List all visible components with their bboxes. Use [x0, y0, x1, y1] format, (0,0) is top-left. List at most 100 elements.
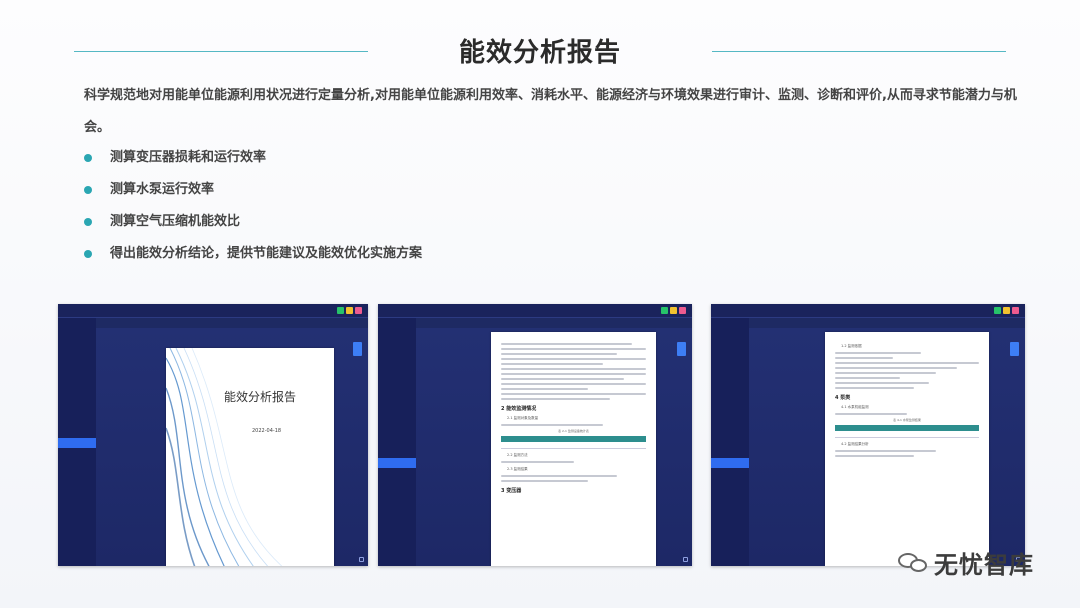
sidebar-item[interactable] — [378, 448, 416, 458]
sidebar-item[interactable] — [378, 318, 416, 328]
status-green-icon — [994, 307, 1001, 314]
subsection-heading: 4.1 水泵机组监测 — [841, 405, 869, 409]
text-line — [501, 358, 646, 360]
settings-icon[interactable] — [683, 557, 688, 562]
sidebar-item[interactable] — [378, 418, 416, 428]
sidebar-item[interactable] — [378, 488, 416, 498]
app-content: 2 能效监测情况 2.1 监测对象及数量 表 2-1 监测设备统计表 2.2 监… — [416, 328, 692, 566]
sidebar-item[interactable] — [378, 338, 416, 348]
sidebar-item[interactable] — [58, 408, 96, 418]
sidebar-item[interactable] — [711, 438, 749, 448]
sidebar-item[interactable] — [378, 468, 416, 478]
sidebar-item[interactable] — [711, 368, 749, 378]
sidebar-item[interactable] — [378, 368, 416, 378]
status-pink-icon — [1012, 307, 1019, 314]
sidebar-item[interactable] — [711, 418, 749, 428]
sidebar-item[interactable] — [58, 418, 96, 428]
table-cell — [921, 431, 951, 438]
table-caption: 表 2-1 监测设备统计表 — [558, 429, 589, 433]
list-item-text: 得出能效分析结论，提供节能建议及能效优化实施方案 — [110, 246, 423, 261]
text-line — [835, 377, 900, 379]
sidebar-item[interactable] — [711, 468, 749, 478]
sidebar-item[interactable] — [711, 358, 749, 368]
text-line — [501, 343, 632, 345]
topbar-status — [994, 307, 1019, 314]
sidebar-item[interactable] — [378, 358, 416, 368]
subsection-heading: 2.2 监测方法 — [507, 452, 528, 457]
sidebar-item[interactable] — [58, 368, 96, 378]
sidebar-item[interactable] — [58, 448, 96, 458]
float-action-button[interactable] — [353, 342, 362, 356]
title-row: 能效分析报告 — [0, 24, 1080, 80]
sidebar-item[interactable] — [378, 398, 416, 408]
text-line — [501, 363, 603, 365]
sidebar-item[interactable] — [58, 478, 96, 488]
sidebar-item[interactable] — [711, 318, 749, 328]
text-line — [835, 362, 979, 364]
float-action-button[interactable] — [677, 342, 686, 356]
sidebar-item[interactable] — [58, 428, 96, 438]
sidebar-item-active[interactable] — [711, 458, 749, 468]
sidebar-item[interactable] — [378, 388, 416, 398]
sidebar-item[interactable] — [711, 488, 749, 498]
sidebar-item[interactable] — [378, 478, 416, 488]
list-item: 得出能效分析结论，提供节能建议及能效优化实施方案 — [84, 238, 422, 270]
sidebar-item[interactable] — [58, 398, 96, 408]
sidebar-item[interactable] — [58, 498, 96, 508]
section-heading: 2 能效监测情况 — [501, 406, 537, 412]
intro-paragraph: 科学规范地对用能单位能源利用状况进行定量分析,对用能单位能源利用效率、消耗水平、… — [84, 88, 1017, 135]
app-topbar — [58, 304, 368, 318]
sidebar-item[interactable] — [711, 398, 749, 408]
settings-icon[interactable] — [359, 557, 364, 562]
sidebar-item[interactable] — [58, 458, 96, 468]
sidebar-item[interactable] — [378, 348, 416, 358]
text-line — [835, 352, 922, 354]
sidebar-item[interactable] — [711, 338, 749, 348]
float-action-button[interactable] — [1010, 342, 1019, 356]
sidebar-item-active[interactable] — [378, 458, 416, 468]
sidebar-item[interactable] — [58, 358, 96, 368]
sidebar-item[interactable] — [711, 498, 749, 508]
sidebar-item[interactable] — [58, 318, 96, 328]
app-content: 能效分析报告 2022-04-18 — [96, 328, 368, 566]
wechat-icon — [898, 551, 928, 573]
sidebar-item[interactable] — [711, 448, 749, 458]
sidebar-item[interactable] — [378, 378, 416, 388]
screenshot-report-cover: 能效分析报告 2022-04-18 — [58, 304, 368, 566]
sidebar-item[interactable] — [58, 328, 96, 338]
sidebar-item[interactable] — [711, 478, 749, 488]
sidebar-item[interactable] — [58, 338, 96, 348]
sidebar-item[interactable] — [378, 498, 416, 508]
table-cell — [835, 431, 864, 438]
sidebar-item[interactable] — [58, 348, 96, 358]
text-line — [501, 383, 646, 385]
text-line — [835, 387, 915, 389]
sidebar-item[interactable] — [378, 328, 416, 338]
text-line — [835, 382, 929, 384]
sidebar-item[interactable] — [378, 428, 416, 438]
sidebar-item[interactable] — [58, 378, 96, 388]
sidebar-item[interactable] — [711, 378, 749, 388]
status-green-icon — [661, 307, 668, 314]
sidebar-item[interactable] — [58, 488, 96, 498]
bullet-dot-icon — [84, 154, 92, 162]
sidebar-item[interactable] — [711, 428, 749, 438]
sidebar-item[interactable] — [711, 408, 749, 418]
text-line — [835, 367, 958, 369]
table-caption: 表 4-1 水泵监测结果 — [893, 418, 921, 422]
sidebar-item[interactable] — [58, 388, 96, 398]
status-green-icon — [337, 307, 344, 314]
sidebar-item[interactable] — [711, 388, 749, 398]
cover-wave-graphic — [166, 348, 283, 566]
sidebar-item[interactable] — [378, 438, 416, 448]
title-divider-right — [712, 51, 1006, 52]
sidebar-item-active[interactable] — [58, 438, 96, 448]
section-heading: 3 变压器 — [501, 487, 522, 494]
sidebar-item[interactable] — [711, 328, 749, 338]
sidebar-item[interactable] — [58, 468, 96, 478]
list-item: 测算变压器损耗和运行效率 — [84, 142, 422, 174]
sidebar-item[interactable] — [711, 348, 749, 358]
report-page: 1.2 监测依据 4 泵类 4.1 水泵机组监测 表 4-1 水泵监测结果 4.… — [825, 332, 989, 566]
sidebar-item[interactable] — [378, 408, 416, 418]
list-item: 测算空气压缩机能效比 — [84, 206, 422, 238]
